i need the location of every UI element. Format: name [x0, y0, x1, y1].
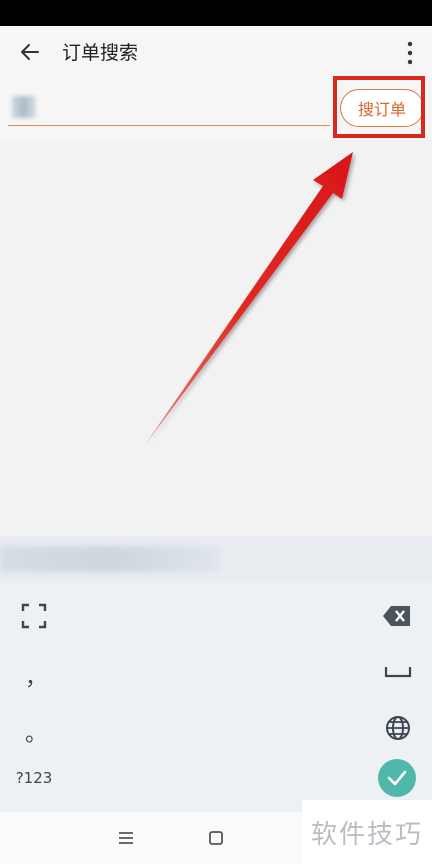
keyboard: ， 。 ?123 — [0, 582, 432, 812]
period-key[interactable]: 。 — [24, 718, 48, 747]
search-orders-button[interactable]: 搜订单 — [340, 89, 424, 127]
app-bar: 订单搜索 — [0, 26, 432, 80]
status-bar — [0, 0, 432, 26]
search-bar: 搜订单 — [0, 80, 432, 140]
back-arrow-icon[interactable] — [18, 40, 42, 64]
search-input[interactable] — [8, 90, 330, 126]
backspace-icon[interactable] — [382, 604, 412, 628]
page-title: 订单搜索 — [62, 42, 139, 64]
globe-icon[interactable] — [384, 714, 412, 742]
space-icon[interactable] — [384, 662, 412, 682]
comma-key[interactable]: ， — [24, 662, 48, 691]
watermark: 软件技巧 — [302, 800, 432, 864]
home-square-icon[interactable] — [206, 828, 226, 848]
check-icon[interactable] — [378, 759, 416, 797]
suggestion-strip — [0, 536, 432, 582]
menu-icon[interactable] — [116, 828, 136, 848]
more-vert-icon[interactable] — [404, 40, 416, 66]
suggestion-blurred-text — [0, 546, 220, 572]
symbols-key[interactable]: ?123 — [14, 766, 54, 790]
search-input-blurred-text — [12, 96, 36, 118]
fullscreen-icon[interactable] — [20, 602, 48, 630]
